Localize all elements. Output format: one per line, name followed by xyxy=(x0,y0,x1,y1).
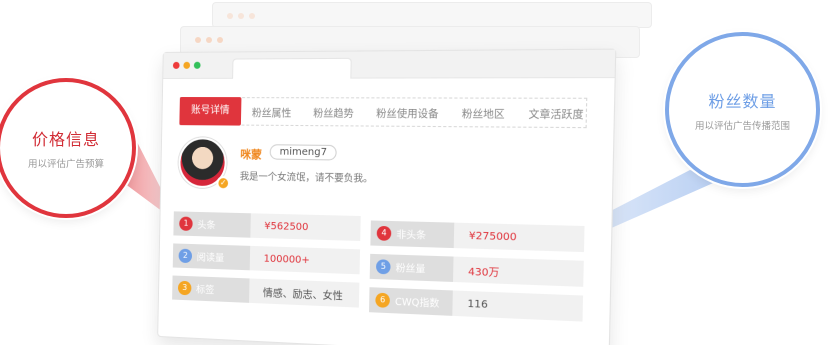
stat-label-cell: 3 标签 xyxy=(172,275,249,302)
window-dot xyxy=(217,37,223,43)
tab-fan-trend[interactable]: 粉丝趋势 xyxy=(302,104,365,120)
stat-label-cell: 5 粉丝量 xyxy=(370,254,454,282)
stat-label: 头条 xyxy=(197,217,216,232)
stat-number-badge: 3 xyxy=(178,281,192,296)
window-dot xyxy=(238,13,244,19)
stat-label: 阅读量 xyxy=(197,249,225,264)
stat-label: 粉丝量 xyxy=(396,260,426,276)
window-controls xyxy=(173,62,201,69)
stat-value: ¥562500 xyxy=(250,213,360,241)
main-window: 账号详情 粉丝属性 粉丝趋势 粉丝使用设备 粉丝地区 文章活跃度 ✓ 咪蒙 mi… xyxy=(157,49,616,345)
tab-article-activity[interactable]: 文章活跃度 xyxy=(516,105,596,122)
stat-value: 情感、励志、女性 xyxy=(249,278,359,307)
main-window-wrap: 账号详情 粉丝属性 粉丝趋势 粉丝使用设备 粉丝地区 文章活跃度 ✓ 咪蒙 mi… xyxy=(160,52,600,342)
stat-row: 5 粉丝量 430万 xyxy=(370,254,584,287)
close-dot[interactable] xyxy=(173,62,180,69)
stat-number-badge: 5 xyxy=(376,259,391,274)
browser-tab[interactable] xyxy=(232,58,352,79)
price-callout-subtitle: 用以评估广告预算 xyxy=(28,156,104,170)
stat-label-cell: 1 头条 xyxy=(173,211,250,237)
stat-row: 6 CWQ指数 116 xyxy=(369,287,583,321)
tab-fan-attributes[interactable]: 粉丝属性 xyxy=(241,104,302,120)
price-callout-title: 价格信息 xyxy=(32,126,100,150)
fans-callout: 粉丝数量 用以评估广告传播范围 xyxy=(665,32,820,187)
window-dot xyxy=(227,13,233,19)
maximize-dot[interactable] xyxy=(194,62,201,69)
stat-label: 非头条 xyxy=(396,226,426,242)
stat-row: 4 非头条 ¥275000 xyxy=(370,220,584,252)
window-dot xyxy=(195,37,201,43)
tab-account-details[interactable]: 账号详情 xyxy=(179,97,241,126)
stat-row: 1 头条 ¥562500 xyxy=(173,211,360,241)
stat-label-cell: 4 非头条 xyxy=(370,220,454,248)
verified-badge-icon: ✓ xyxy=(216,176,230,190)
profile-handle: mimeng7 xyxy=(270,144,338,160)
stat-value: 116 xyxy=(452,290,583,321)
stat-label: CWQ指数 xyxy=(395,293,440,310)
window-dot xyxy=(206,37,212,43)
minimize-dot[interactable] xyxy=(183,62,190,69)
stat-label-cell: 2 阅读量 xyxy=(173,243,250,270)
stat-label: 标签 xyxy=(196,281,215,296)
tab-fan-regions[interactable]: 粉丝地区 xyxy=(450,104,517,120)
stat-number-badge: 2 xyxy=(179,249,193,264)
window-dot xyxy=(249,13,255,19)
fans-callout-title: 粉丝数量 xyxy=(708,88,776,112)
back-window-2 xyxy=(212,2,652,28)
stat-label-cell: 6 CWQ指数 xyxy=(369,287,453,316)
window-dots xyxy=(195,37,223,43)
stat-number-badge: 4 xyxy=(377,226,392,241)
stat-row: 2 阅读量 100000+ xyxy=(173,243,360,274)
illustration-stage: 账号详情 粉丝属性 粉丝趋势 粉丝使用设备 粉丝地区 文章活跃度 ✓ 咪蒙 mi… xyxy=(0,0,830,345)
fans-callout-subtitle: 用以评估广告传播范围 xyxy=(695,118,790,132)
tab-fan-devices[interactable]: 粉丝使用设备 xyxy=(365,104,451,120)
price-callout: 价格信息 用以评估广告预算 xyxy=(0,78,136,218)
detail-tabs: 账号详情 粉丝属性 粉丝趋势 粉丝使用设备 粉丝地区 文章活跃度 xyxy=(179,97,587,128)
stat-value: ¥275000 xyxy=(454,223,585,252)
stat-row: 3 标签 情感、励志、女性 xyxy=(172,275,359,307)
window-titlebar xyxy=(163,50,615,79)
window-dots xyxy=(227,13,255,19)
profile-bio: 我是一个女流氓，请不要负我。 xyxy=(240,168,373,185)
stat-value: 430万 xyxy=(453,257,584,287)
stat-number-badge: 1 xyxy=(179,217,193,231)
profile-nickname: 咪蒙 xyxy=(240,146,262,163)
stat-value: 100000+ xyxy=(250,246,360,274)
stat-number-badge: 6 xyxy=(375,293,390,308)
